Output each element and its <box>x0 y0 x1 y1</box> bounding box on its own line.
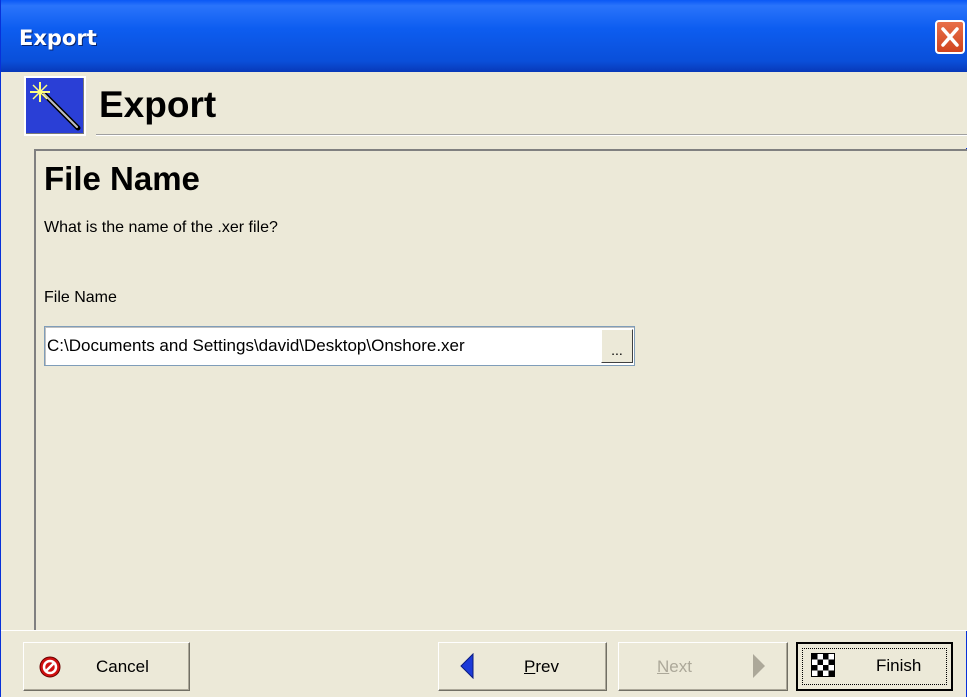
file-name-field[interactable]: ... <box>44 326 635 366</box>
cancel-icon <box>39 656 61 678</box>
prev-label: Prev <box>524 657 559 677</box>
file-name-label: File Name <box>44 289 117 306</box>
title-bar[interactable]: Export <box>1 0 967 72</box>
page-question: What is the name of the .xer file? <box>44 219 278 236</box>
header-title: Export <box>99 84 217 125</box>
window-title: Export <box>19 26 97 50</box>
header-divider <box>96 134 967 136</box>
close-button[interactable] <box>935 20 965 54</box>
next-button[interactable]: Next <box>618 642 788 691</box>
page-title: File Name <box>44 160 200 197</box>
finish-label: Finish <box>876 656 922 675</box>
next-label-rest: ext <box>669 657 692 676</box>
prev-button[interactable]: Prev <box>438 642 607 691</box>
magic-wand-icon <box>24 76 86 136</box>
prev-accelerator: P <box>524 657 536 676</box>
browse-button[interactable]: ... <box>601 329 633 363</box>
finish-button[interactable]: Finish <box>796 642 953 691</box>
checkered-flag-icon <box>811 653 835 677</box>
file-name-input[interactable] <box>47 333 597 359</box>
export-dialog: Export Export File Name What is the name… <box>0 0 967 697</box>
arrow-right-icon <box>753 654 765 678</box>
footer-divider <box>1 630 967 631</box>
next-accelerator: N <box>657 657 670 676</box>
prev-label-rest: rev <box>535 657 559 676</box>
next-label: Next <box>657 657 692 677</box>
close-icon <box>941 27 959 47</box>
browse-button-label: ... <box>611 342 623 358</box>
cancel-label: Cancel <box>96 657 149 676</box>
cancel-button[interactable]: Cancel <box>23 642 190 691</box>
arrow-left-icon <box>460 653 474 679</box>
